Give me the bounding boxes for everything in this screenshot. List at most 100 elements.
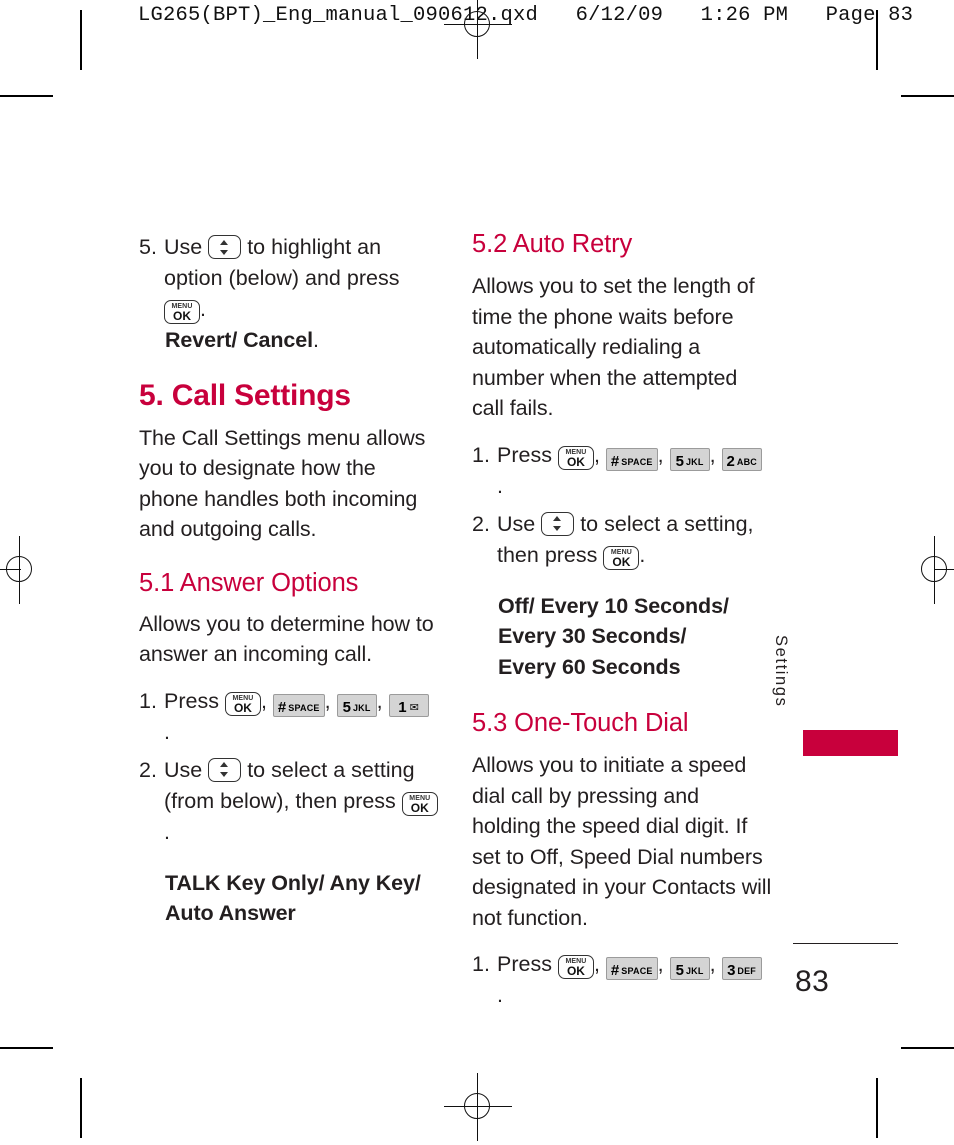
registration-mark-left <box>0 536 42 604</box>
step-text: Press MENU OK , # SPACE, 5 JKL, 3 DEF . <box>497 949 772 1011</box>
step-number: 1. <box>139 688 157 713</box>
key-separator: , <box>593 442 600 467</box>
key-sublabel: DEF <box>737 966 757 976</box>
key-separator: , <box>709 952 716 976</box>
step-text: Use to highlight an option (below) and p… <box>164 232 439 325</box>
option-line: Off/ Every 10 Seconds/ <box>498 593 729 618</box>
key-digit: # <box>277 698 287 716</box>
navigation-key-icon <box>541 511 575 536</box>
step-number: 2. <box>139 757 157 782</box>
key-digit: 5 <box>675 452 684 470</box>
key-digit: # <box>610 962 620 979</box>
key-sublabel: SPACE <box>288 702 320 713</box>
key-separator: , <box>376 688 383 713</box>
menu-ok-key-icon: MENU OK <box>164 300 200 324</box>
page-number-rule <box>793 943 898 944</box>
menu-ok-key-label-bottom: OK <box>612 554 631 569</box>
crop-mark-bottom-right-horizontal <box>901 1047 954 1049</box>
digit-1-key-icon: 1 ✉ <box>388 693 429 717</box>
step-number: 5. <box>139 235 157 259</box>
step-number: 1. <box>472 952 490 976</box>
key-digit: 5 <box>342 698 351 716</box>
key-separator: , <box>260 688 267 713</box>
digit-5-key-icon: 5 JKL <box>669 447 710 471</box>
key-digit: # <box>610 452 620 470</box>
chapter-intro: The Call Settings menu allows you to des… <box>139 425 426 542</box>
section-5-2-options: Off/ Every 10 Seconds/ Every 30 Seconds/… <box>472 591 772 683</box>
menu-ok-key-icon: MENU OK <box>224 691 261 716</box>
section-5-2-intro: Allows you to set the length of time the… <box>472 274 755 420</box>
key-sublabel: JKL <box>352 702 371 713</box>
section-5-1-intro: Allows you to determine how to answer an… <box>139 611 434 667</box>
step-terminator: . <box>497 983 503 1007</box>
crop-mark-top-left-horizontal <box>0 95 53 97</box>
step-text: Use to select a setting, then press MENU… <box>497 509 772 571</box>
key-sublabel: SPACE <box>621 456 653 467</box>
step-item: 5. Use to highlight an option (below) an… <box>139 232 439 325</box>
manual-page: LG265(BPT)_Eng_manual_090612.qxd 6/12/09… <box>0 0 954 1145</box>
step-number: 1. <box>472 442 490 467</box>
registration-mark-bottom <box>444 1073 512 1141</box>
section-5-3-intro: Allows you to initiate a speed dial call… <box>472 753 772 930</box>
key-sublabel: JKL <box>685 966 704 976</box>
step-item: 1. Press MENU OK , # SPACE, 5 JKL, 3 DEF . <box>472 949 772 1011</box>
step-text-part1: Use <box>497 511 536 536</box>
hash-space-key-icon: # SPACE <box>272 693 325 717</box>
step-text-part1: Use <box>164 235 203 259</box>
crop-mark-top-left-vertical <box>80 10 82 70</box>
menu-ok-key-label-bottom: OK <box>410 800 429 815</box>
menu-ok-key-label-bottom: OK <box>566 454 585 469</box>
section-heading-5-1: 5.1 Answer Options <box>139 568 359 597</box>
navigation-key-icon <box>208 235 242 259</box>
left-column: 5. Use to highlight an option (below) an… <box>139 232 439 929</box>
option-line: Every 30 Seconds/ <box>498 624 687 648</box>
option-line: Every 60 Seconds <box>498 654 681 679</box>
menu-ok-key-label-bottom: OK <box>566 964 585 978</box>
step-text-part2: to select a setting (from below), then p… <box>164 757 415 813</box>
key-separator: , <box>324 688 331 713</box>
envelope-icon: ✉ <box>409 701 419 714</box>
menu-ok-key-label-bottom: OK <box>233 700 252 715</box>
step-item: 2. Use to select a setting (from below),… <box>139 755 439 848</box>
step-text-part3: . <box>639 542 646 567</box>
registration-mark-top <box>444 0 512 59</box>
menu-ok-key-icon: MENU OK <box>557 445 594 470</box>
digit-5-key-icon: 5 JKL <box>669 957 710 980</box>
key-digit: 3 <box>727 962 736 979</box>
digit-3-key-icon: 3 DEF <box>721 957 762 980</box>
option-line: Auto Answer <box>165 901 296 925</box>
step-text-part1: Use <box>164 757 203 782</box>
step-item: 2. Use to select a setting, then press M… <box>472 509 772 571</box>
step-label: Press <box>497 952 552 976</box>
menu-ok-key-icon: MENU OK <box>603 545 640 570</box>
step5-options: Revert/ Cancel. <box>139 325 439 356</box>
key-separator: , <box>657 442 664 467</box>
registration-mark-right <box>913 536 954 604</box>
crop-mark-bottom-left-vertical <box>80 1078 82 1138</box>
side-tab-label: Settings <box>772 635 790 708</box>
digit-5-key-icon: 5 JKL <box>336 693 377 717</box>
key-digit: 5 <box>675 962 684 979</box>
crop-mark-bottom-left-horizontal <box>0 1047 53 1049</box>
step-item: 1. Press MENU OK , # SPACE, 5 JKL, 1 ✉ . <box>139 686 439 748</box>
step-label: Press <box>164 688 219 713</box>
hash-space-key-icon: # SPACE <box>605 957 658 980</box>
key-separator: , <box>657 952 664 976</box>
key-separator: , <box>593 952 600 976</box>
crop-mark-top-right-horizontal <box>901 95 954 97</box>
step5-options-bold: Revert/ Cancel <box>165 328 313 352</box>
navigation-key-icon <box>208 757 242 782</box>
key-digit: 1 <box>398 698 407 716</box>
step-terminator: . <box>497 473 503 498</box>
chapter-heading: 5. Call Settings <box>139 378 351 412</box>
menu-ok-key-icon: MENU OK <box>557 955 594 979</box>
hash-space-key-icon: # SPACE <box>605 447 658 471</box>
key-sublabel: SPACE <box>621 966 653 976</box>
section-heading-5-2: 5.2 Auto Retry <box>472 230 633 258</box>
menu-ok-key-icon: MENU OK <box>401 791 438 816</box>
step-text-part3: . <box>164 819 170 844</box>
proof-header: LG265(BPT)_Eng_manual_090612.qxd 6/12/09… <box>138 4 914 27</box>
right-column: 5.2 Auto Retry Allows you to set the len… <box>472 228 772 1011</box>
key-separator: , <box>709 442 716 467</box>
key-sublabel: JKL <box>685 456 704 467</box>
